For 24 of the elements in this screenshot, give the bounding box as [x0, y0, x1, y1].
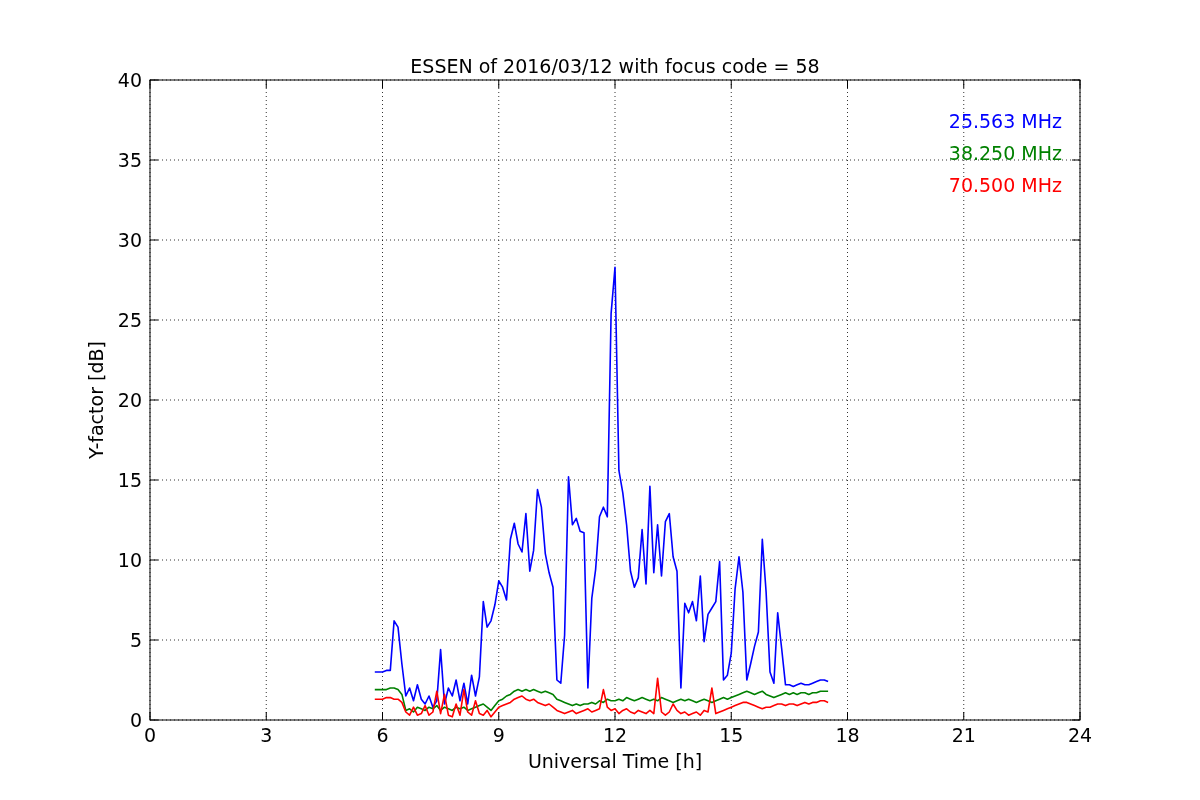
- legend-label: 25.563 MHz: [948, 110, 1062, 132]
- y-tick-label: 35: [117, 149, 142, 171]
- x-axis-label: Universal Time [h]: [527, 750, 703, 772]
- x-tick-label: 9: [492, 724, 505, 746]
- x-tick-label: 12: [602, 724, 628, 746]
- y-tick-label: 30: [117, 229, 142, 251]
- chart-title: ESSEN of 2016/03/12 with focus code = 58: [410, 55, 820, 77]
- x-tick-label: 6: [376, 724, 389, 746]
- y-tick-label: 15: [117, 469, 142, 491]
- x-tick-label: 24: [1067, 724, 1093, 746]
- x-tick-label: 18: [835, 724, 860, 746]
- x-tick-label: 0: [143, 724, 157, 746]
- y-tick-label: 40: [117, 69, 142, 91]
- x-tick-label: 3: [260, 724, 273, 746]
- y-tick-label: 25: [117, 309, 142, 331]
- y-tick-label: 0: [129, 709, 142, 731]
- legend-label: 70.500 MHz: [948, 174, 1062, 196]
- y-tick-label: 10: [117, 549, 142, 571]
- y-tick-label: 5: [129, 629, 142, 651]
- y-axis-label: Y-factor [dB]: [85, 341, 107, 459]
- x-tick-label: 15: [719, 724, 744, 746]
- legend-label: 38.250 MHz: [948, 142, 1062, 164]
- x-tick-label: 21: [951, 724, 976, 746]
- y-tick-label: 20: [117, 389, 142, 411]
